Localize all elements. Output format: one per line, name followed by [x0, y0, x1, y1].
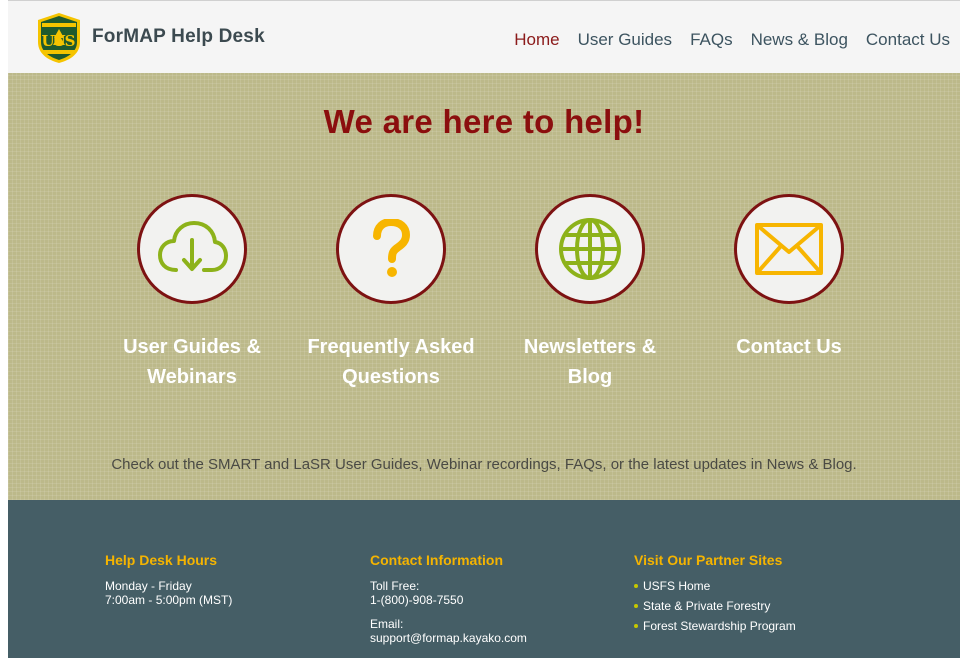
site-footer: Help Desk Hours Monday - Friday 7:00am -… [8, 500, 960, 658]
page: U U S ForMAP Help Desk Home User Guides … [0, 0, 960, 658]
footer-contact: Contact Information Toll Free: 1-(800)-9… [370, 553, 527, 645]
footer-heading: Contact Information [370, 552, 503, 568]
site-header: U U S ForMAP Help Desk Home User Guides … [8, 0, 960, 73]
feature-label[interactable]: Contact Us [689, 332, 889, 362]
email-label: Email: [370, 617, 404, 631]
email-address[interactable]: support@formap.kayako.com [370, 631, 527, 645]
svg-text:U: U [41, 32, 54, 50]
globe-icon [559, 218, 621, 280]
nav-faqs[interactable]: FAQs [690, 30, 733, 50]
feature-label[interactable]: User Guides & Webinars [92, 332, 292, 392]
footer-heading: Visit Our Partner Sites [634, 552, 783, 568]
feature-label-line: User Guides & [123, 336, 261, 358]
partner-link-usfs-home[interactable]: USFS Home [634, 579, 796, 593]
nav-contact-us[interactable]: Contact Us [866, 30, 950, 50]
phone-label: Toll Free: [370, 579, 420, 593]
nav-news-blog[interactable]: News & Blog [751, 30, 848, 50]
partner-link-forest-stewardship[interactable]: Forest Stewardship Program [634, 619, 796, 633]
svg-text:S: S [65, 32, 76, 50]
phone-number[interactable]: 1-(800)-908-7550 [370, 593, 527, 607]
envelope-icon [755, 223, 823, 275]
question-mark-icon [373, 219, 410, 277]
hours-days: Monday - Friday [105, 579, 192, 593]
footer-hours: Help Desk Hours Monday - Friday 7:00am -… [105, 553, 232, 607]
feature-label-line: Newsletters & [523, 336, 657, 358]
feature-user-guides[interactable]: User Guides & Webinars [92, 194, 292, 392]
feature-circle[interactable] [336, 194, 446, 304]
hours-time: 7:00am - 5:00pm (MST) [105, 593, 233, 607]
feature-label[interactable]: Frequently Asked Questions [291, 332, 491, 392]
footer-heading: Help Desk Hours [105, 552, 218, 568]
footer-partners: Visit Our Partner Sites USFS Home State … [634, 553, 796, 639]
feature-label-line: Webinars [147, 366, 237, 388]
hero-title: We are here to help! [323, 103, 645, 140]
feature-circle[interactable] [535, 194, 645, 304]
cloud-download-icon [158, 221, 228, 272]
nav-home[interactable]: Home [514, 30, 559, 50]
partner-link-state-private-forestry[interactable]: State & Private Forestry [634, 599, 796, 613]
feature-circle[interactable] [137, 194, 247, 304]
hero-caption: Check out the SMART and LaSR User Guides… [111, 456, 857, 473]
feature-faqs[interactable]: Frequently Asked Questions [291, 194, 491, 392]
feature-label-line: Contact Us [736, 336, 842, 358]
feature-contact-us[interactable]: Contact Us [689, 194, 889, 362]
partner-links: USFS Home State & Private Forestry Fores… [634, 579, 796, 633]
brand-title[interactable]: ForMAP Help Desk [92, 26, 265, 48]
hero-section: We are here to help! User Guides & Webin… [8, 73, 960, 500]
feature-label-line: Questions [342, 366, 440, 388]
nav-user-guides[interactable]: User Guides [578, 30, 672, 50]
feature-label-line: Blog [567, 366, 613, 388]
feature-label-line: Frequently Asked [307, 336, 475, 358]
feature-newsletters[interactable]: Newsletters & Blog [490, 194, 690, 392]
main-nav: Home User Guides FAQs News & Blog Contac… [514, 30, 950, 50]
feature-label[interactable]: Newsletters & Blog [490, 332, 690, 392]
feature-circle[interactable] [734, 194, 844, 304]
usfs-shield-icon[interactable]: U U S [36, 12, 82, 64]
